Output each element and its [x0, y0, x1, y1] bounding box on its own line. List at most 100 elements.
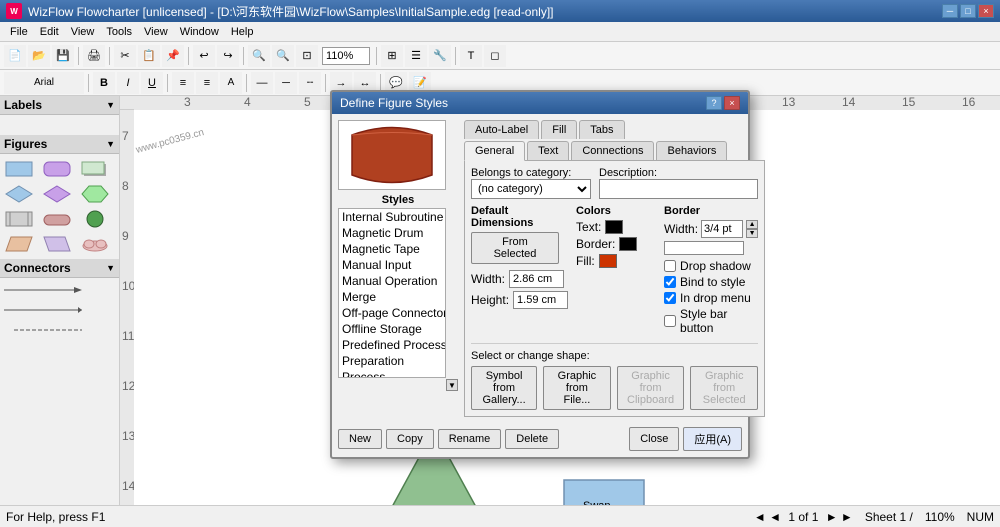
dialog-left-panel: Styles Internal Subroutine Magnetic Drum… — [338, 120, 458, 417]
dialog-overlay: Define Figure Styles ? × Styles — [0, 0, 1000, 527]
drop-shadow-checkbox[interactable] — [664, 260, 676, 272]
new-button[interactable]: New — [338, 429, 382, 449]
height-row: Height: — [471, 291, 568, 309]
tab-fill[interactable]: Fill — [541, 120, 577, 139]
style-bar-button-checkbox[interactable] — [664, 315, 676, 327]
in-drop-menu-label: In drop menu — [680, 291, 751, 305]
border-width-row: Width: ▲ ▼ — [664, 220, 758, 238]
border-width-input[interactable] — [701, 220, 743, 238]
left-footer-buttons: New Copy Rename Delete — [338, 429, 559, 449]
from-selected-button[interactable]: From Selected — [471, 232, 559, 264]
border-color-label: Border: — [576, 237, 615, 251]
style-item[interactable]: Magnetic Drum — [339, 225, 445, 241]
right-footer-buttons: Close 应用(A) — [629, 427, 742, 451]
height-label: Height: — [471, 293, 509, 307]
fill-color-row: Fill: — [576, 254, 656, 268]
tabs-container: Auto-Label Fill Tabs General Text Connec… — [464, 120, 765, 417]
style-item[interactable]: Offline Storage — [339, 321, 445, 337]
styles-list[interactable]: Internal Subroutine Magnetic Drum Magnet… — [338, 208, 446, 378]
category-group: Belongs to category: (no category) — [471, 167, 591, 199]
shape-btns-row: Symbol from Gallery... Graphic from File… — [471, 366, 758, 410]
border-width-spinner: ▲ ▼ — [746, 220, 758, 238]
category-desc-row: Belongs to category: (no category) Descr… — [471, 167, 758, 199]
top-tabs-row: Auto-Label Fill Tabs — [464, 120, 765, 139]
border-line-preview — [664, 241, 744, 255]
dialog-right-panel: Auto-Label Fill Tabs General Text Connec… — [464, 120, 765, 417]
tab-auto-label[interactable]: Auto-Label — [464, 120, 539, 139]
dimensions-colors-border-row: Default Dimensions From Selected Width: … — [471, 205, 758, 337]
style-item[interactable]: Merge — [339, 289, 445, 305]
select-change-shape-section: Select or change shape: Symbol from Gall… — [471, 343, 758, 410]
styles-label: Styles — [338, 194, 458, 206]
border-width-up[interactable]: ▲ — [746, 220, 758, 229]
style-bar-button-row: Style bar button — [664, 307, 758, 335]
drop-shadow-label: Drop shadow — [680, 259, 751, 273]
border-width-down[interactable]: ▼ — [746, 229, 758, 238]
in-drop-menu-checkbox[interactable] — [664, 292, 676, 304]
drop-shadow-row: Drop shadow — [664, 259, 758, 273]
style-item[interactable]: Preparation — [339, 353, 445, 369]
dialog-close-button[interactable]: × — [724, 96, 740, 110]
text-color-row: Text: — [576, 220, 656, 234]
text-color-btn[interactable] — [605, 220, 623, 234]
close-dialog-button[interactable]: Close — [629, 427, 679, 451]
rename-button[interactable]: Rename — [438, 429, 502, 449]
dialog-title-bar: Define Figure Styles ? × — [332, 92, 748, 114]
shape-preview — [338, 120, 446, 190]
fill-color-label: Fill: — [576, 254, 595, 268]
description-label: Description: — [599, 167, 758, 179]
category-label: Belongs to category: — [471, 167, 591, 179]
bind-to-style-row: Bind to style — [664, 275, 758, 289]
tab-connections[interactable]: Connections — [571, 141, 654, 160]
description-input[interactable] — [599, 179, 758, 199]
style-bar-button-label: Style bar button — [680, 307, 758, 335]
height-input[interactable] — [513, 291, 568, 309]
graphic-from-clipboard-button: Graphic from Clipboard — [617, 366, 685, 410]
dialog-footer: New Copy Rename Delete Close 应用(A) — [332, 423, 748, 457]
bind-to-style-checkbox[interactable] — [664, 276, 676, 288]
symbol-from-gallery-button[interactable]: Symbol from Gallery... — [471, 366, 537, 410]
tab-general[interactable]: General — [464, 141, 525, 161]
style-item[interactable]: Internal Subroutine — [339, 209, 445, 225]
border-color-btn[interactable] — [619, 237, 637, 251]
tab-general-content: Belongs to category: (no category) Descr… — [464, 160, 765, 417]
graphic-from-file-button[interactable]: Graphic from File... — [543, 366, 611, 410]
apply-button[interactable]: 应用(A) — [683, 427, 742, 451]
delete-button[interactable]: Delete — [505, 429, 559, 449]
style-item[interactable]: Manual Input — [339, 257, 445, 273]
border-width-label: Width: — [664, 222, 698, 236]
border-color-row: Border: — [576, 237, 656, 251]
style-item[interactable]: Process — [339, 369, 445, 378]
width-input[interactable] — [509, 270, 564, 288]
bind-to-style-label: Bind to style — [680, 275, 745, 289]
styles-scroll: ▼ — [338, 379, 458, 391]
tab-behaviors[interactable]: Behaviors — [656, 141, 727, 160]
border-group: Border Width: ▲ ▼ — [664, 205, 758, 337]
style-item[interactable]: Predefined Process — [339, 337, 445, 353]
colors-label: Colors — [576, 205, 656, 217]
style-item[interactable]: Off-page Connector — [339, 305, 445, 321]
dialog-body: Styles Internal Subroutine Magnetic Drum… — [332, 114, 748, 423]
category-select[interactable]: (no category) — [471, 179, 591, 199]
dialog-title-text: Define Figure Styles — [340, 96, 706, 110]
define-figure-styles-dialog: Define Figure Styles ? × Styles — [330, 90, 750, 459]
tab-text[interactable]: Text — [527, 141, 569, 160]
dimensions-label: Default Dimensions — [471, 205, 568, 229]
style-item[interactable]: Magnetic Tape — [339, 241, 445, 257]
fill-color-btn[interactable] — [599, 254, 617, 268]
graphic-from-selected-button: Graphic from Selected — [690, 366, 758, 410]
text-color-label: Text: — [576, 220, 601, 234]
tab-tabs[interactable]: Tabs — [579, 120, 624, 139]
dialog-help-button[interactable]: ? — [706, 96, 722, 110]
border-label: Border — [664, 205, 758, 217]
style-item[interactable]: Manual Operation — [339, 273, 445, 289]
copy-button[interactable]: Copy — [386, 429, 434, 449]
select-shape-label: Select or change shape: — [471, 350, 758, 362]
styles-scroll-down[interactable]: ▼ — [446, 379, 458, 391]
bottom-tabs-row: General Text Connections Behaviors — [464, 141, 765, 160]
width-row: Width: — [471, 270, 568, 288]
colors-group: Colors Text: Border: Fi — [576, 205, 656, 337]
dimensions-group: Default Dimensions From Selected Width: … — [471, 205, 568, 337]
in-drop-menu-row: In drop menu — [664, 291, 758, 305]
description-group: Description: — [599, 167, 758, 199]
